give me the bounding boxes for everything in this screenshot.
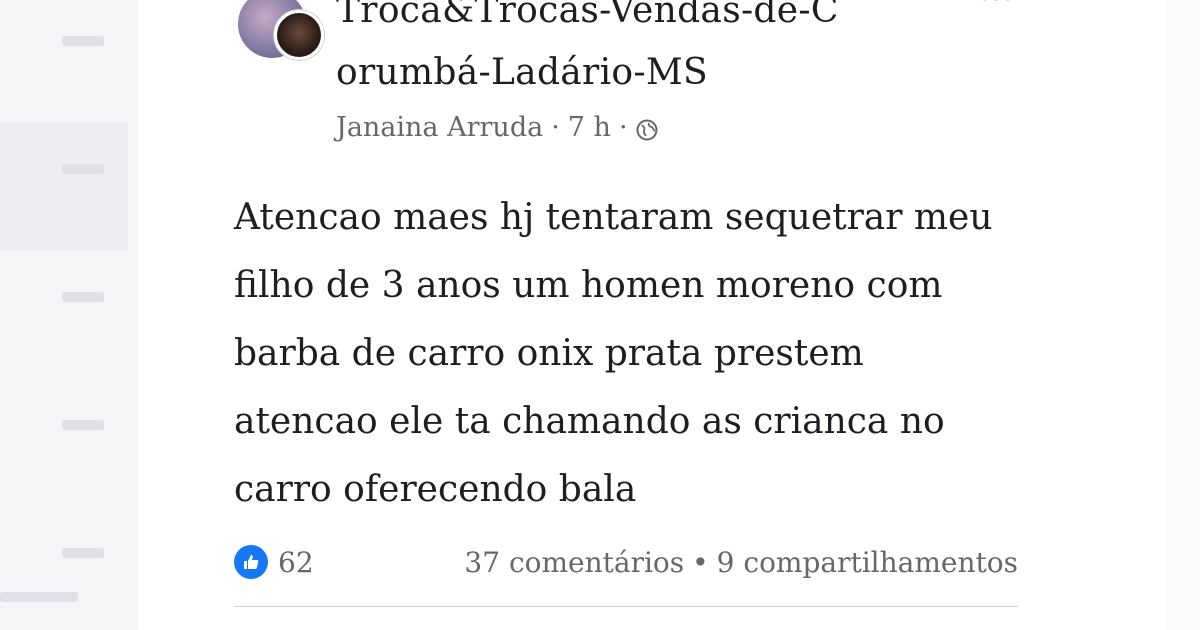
shares-count-link[interactable]: 9 compartilhamentos: [717, 546, 1018, 579]
author-name-link[interactable]: Janaina Arruda: [336, 112, 543, 143]
meta-separator: ·: [551, 112, 560, 143]
sidebar-blurred-item: [62, 36, 104, 46]
reactions-summary[interactable]: 62: [234, 545, 314, 579]
group-name-link[interactable]: Troca&Trocas-Vendas-de-C orumbá-Ladário-…: [336, 0, 856, 104]
post-stats-bar: 62 37 comentários • 9 compartilhamentos: [234, 538, 1018, 586]
sidebar-highlight: [0, 122, 128, 250]
comments-count-link[interactable]: 37 comentários: [464, 546, 684, 579]
like-icon: [234, 545, 268, 579]
right-edge: [1166, 0, 1200, 630]
left-sidebar: [0, 0, 138, 630]
sidebar-blurred-item: [62, 420, 104, 430]
post-body-text: Atencao maes hj tentaram sequetrar meu f…: [234, 197, 993, 510]
facebook-post: Troca&Trocas-Vendas-de-C orumbá-Ladário-…: [190, 0, 1050, 630]
post-time-link[interactable]: 7 h: [568, 112, 611, 143]
engagement-counts: 37 comentários • 9 compartilhamentos: [464, 546, 1018, 579]
user-avatar[interactable]: [274, 10, 324, 60]
meta-separator: ·: [618, 112, 628, 143]
more-options-icon[interactable]: ···: [980, 0, 1015, 17]
sidebar-blurred-item: [62, 164, 104, 174]
post-meta: Janaina Arruda · 7 h ·: [336, 112, 658, 143]
post-divider: [234, 606, 1018, 607]
globe-icon: [636, 117, 658, 140]
reactions-count: 62: [278, 545, 314, 579]
post-avatar[interactable]: [236, 0, 326, 60]
sidebar-blurred-item: [62, 548, 104, 558]
stats-separator: •: [692, 545, 709, 579]
sidebar-blurred-item: [62, 292, 104, 302]
sidebar-blurred-item: [0, 592, 78, 602]
